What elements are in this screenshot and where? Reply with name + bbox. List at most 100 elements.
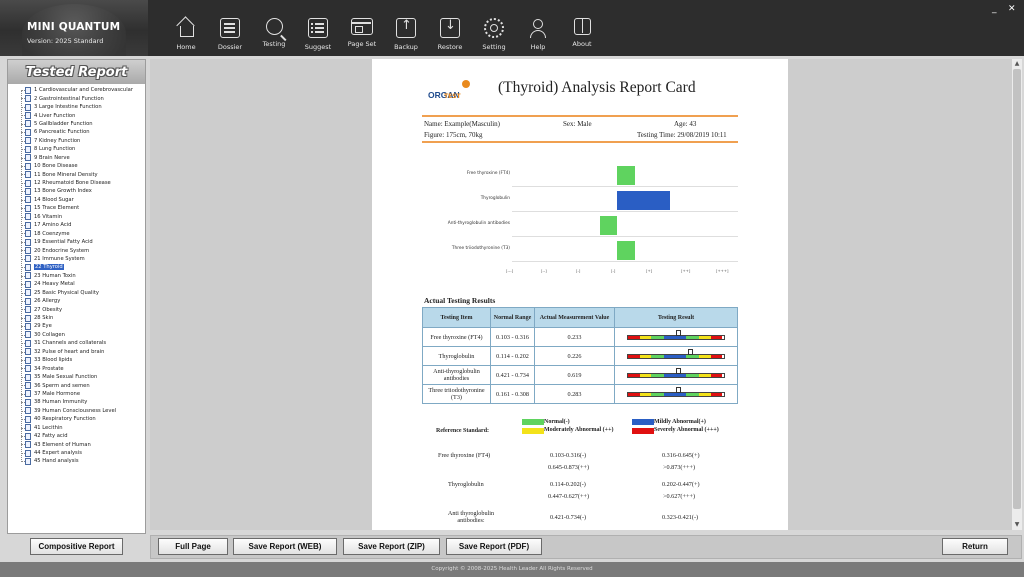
gauge-segment <box>651 354 665 358</box>
report-viewer: ORGAN TEST (Thyroid) Analysis Report Car… <box>150 59 1022 530</box>
tree-item[interactable]: 31 Channels and collaterals <box>20 339 145 347</box>
tree-item[interactable]: 33 Blood lipids <box>20 356 145 364</box>
document-icon <box>25 230 31 238</box>
tree-item-label: 28 Skin <box>34 315 54 322</box>
tree-item[interactable]: 38 Human Immunity <box>20 398 145 406</box>
tree-item[interactable]: 17 Amino Acid <box>20 221 145 229</box>
cell-item: Thyroglobulin <box>422 346 491 366</box>
tree-item[interactable]: 8 Lung Function <box>20 145 145 153</box>
tree-item[interactable]: 44 Expert analysis <box>20 449 145 457</box>
nav-about-button[interactable]: About <box>560 0 604 56</box>
result-gauge <box>627 329 725 340</box>
tree-item-label: 23 Human Toxin <box>34 272 76 279</box>
document-icon <box>25 314 31 322</box>
tree-item[interactable]: 13 Bone Growth Index <box>20 187 145 195</box>
compositive-report-button[interactable]: Compositive Report <box>30 538 123 555</box>
tree-item-label: 8 Lung Function <box>34 146 76 153</box>
document-icon <box>25 382 31 390</box>
tree-item[interactable]: 40 Respiratory Function <box>20 415 145 423</box>
tree-item[interactable]: 32 Pulse of heart and brain <box>20 348 145 356</box>
nav-home-button[interactable]: Home <box>164 0 208 56</box>
nav-testing-button[interactable]: Testing <box>252 0 296 56</box>
tree-item[interactable]: 41 Lecithin <box>20 424 145 432</box>
nav-page-set-button[interactable]: Page Set <box>340 0 384 56</box>
tree-item[interactable]: 43 Element of Human <box>20 440 145 449</box>
document-icon <box>25 432 31 440</box>
tree-item[interactable]: 14 Blood Sugar <box>20 196 145 204</box>
gauge-pointer-icon <box>676 329 681 336</box>
scroll-up-icon[interactable]: ▲ <box>1012 59 1022 69</box>
gauge-segment <box>710 335 723 339</box>
save-report-web-button[interactable]: Save Report (WEB) <box>233 538 337 555</box>
tree-item[interactable]: 4 Liver Function <box>20 111 145 120</box>
tree-item[interactable]: 26 Allergy <box>20 297 145 305</box>
tree-item[interactable]: 42 Fatty acid <box>20 432 145 440</box>
tree-item[interactable]: 36 Sperm and semen <box>20 381 145 390</box>
tree-item[interactable]: 6 Pancreatic Function <box>20 128 145 136</box>
tree-item[interactable]: 34 Prostate <box>20 364 145 373</box>
tree-item[interactable]: 9 Brain Nerve <box>20 154 145 162</box>
tree-item[interactable]: 39 Human Consciousness Level <box>20 407 145 415</box>
tree-item[interactable]: 24 Heavy Metal <box>20 280 145 288</box>
nav-dossier-button[interactable]: Dossier <box>208 0 252 56</box>
tree-item[interactable]: 30 Collagen <box>20 331 145 339</box>
document-icon <box>25 365 31 373</box>
scroll-thumb[interactable] <box>1013 69 1021 509</box>
gauge-segment <box>639 335 652 339</box>
tree-item[interactable]: 23 Human Toxin <box>20 272 145 280</box>
save-report-zip-button[interactable]: Save Report (ZIP) <box>343 538 440 555</box>
tree-item[interactable]: 28 Skin <box>20 314 145 322</box>
tree-item[interactable]: 1 Cardiovascular and Cerebrovascular <box>20 86 145 94</box>
tree-item[interactable]: 21 Immune System <box>20 255 145 263</box>
tree-item-label: 37 Male Hormone <box>34 390 81 397</box>
nav-backup-button[interactable]: Backup <box>384 0 428 56</box>
close-button[interactable]: ✕ <box>1008 4 1016 14</box>
tree-item[interactable]: 16 Vitamin <box>20 213 145 221</box>
gauge-segment <box>628 335 640 339</box>
document-icon <box>25 238 31 246</box>
tree-item[interactable]: 7 Kidney Function <box>20 137 145 145</box>
minimize-button[interactable]: _ <box>992 4 997 14</box>
tree-item[interactable]: 19 Essential Fatty Acid <box>20 238 145 246</box>
document-icon <box>25 449 31 457</box>
tree-item[interactable]: 12 Rheumatoid Bone Disease <box>20 179 145 187</box>
gauge-segment <box>664 335 686 339</box>
tree-item[interactable]: 10 Bone Disease <box>20 162 145 170</box>
tree-item[interactable]: 35 Male Sexual Function <box>20 373 145 381</box>
result-gauge <box>627 367 725 378</box>
document-icon <box>25 339 31 347</box>
tree-item[interactable]: 5 Gallbladder Function <box>20 120 145 128</box>
tree-item[interactable]: 22 Thyroid <box>20 263 145 271</box>
scroll-down-icon[interactable]: ▼ <box>1012 520 1022 530</box>
tree-item[interactable]: 2 Gastrointestinal Function <box>20 94 145 103</box>
tree-item[interactable]: 29 Eye <box>20 322 145 330</box>
tree-item[interactable]: 15 Trace Element <box>20 204 145 212</box>
document-icon <box>25 415 31 423</box>
nav-help-button[interactable]: Help <box>516 0 560 56</box>
chart-gridline <box>512 186 738 187</box>
cell-value: 0.233 <box>534 327 615 347</box>
tree-item[interactable]: 11 Bone Mineral Density <box>20 170 145 179</box>
tree-item[interactable]: 18 Coenzyme <box>20 229 145 238</box>
nav-setting-button[interactable]: Setting <box>472 0 516 56</box>
cell-value: 0.283 <box>534 384 615 404</box>
nav-restore-button[interactable]: Restore <box>428 0 472 56</box>
return-button[interactable]: Return <box>942 538 1008 555</box>
cell-result <box>614 384 738 404</box>
full-page-button[interactable]: Full Page <box>158 538 228 555</box>
chart-gridline <box>512 211 738 212</box>
tree-item-label: 2 Gastrointestinal Function <box>34 95 104 102</box>
tree-item[interactable]: 27 Obesity <box>20 305 145 314</box>
tree-item-label: 19 Essential Fatty Acid <box>34 239 93 246</box>
page-set-icon <box>351 18 373 35</box>
vertical-scrollbar[interactable]: ▲ ▼ <box>1012 59 1022 530</box>
tree-item[interactable]: 45 Hand analysis <box>20 457 145 465</box>
nav-suggest-button[interactable]: Suggest <box>296 0 340 56</box>
chart-category-label: Thyroglobulin <box>480 196 510 201</box>
tree-item[interactable]: 3 Large Intestine Function <box>20 103 145 111</box>
tree-item[interactable]: 25 Basic Physical Quality <box>20 289 145 297</box>
tree-item[interactable]: 37 Male Hormone <box>20 390 145 398</box>
tree-item[interactable]: 20 Endocrine System <box>20 246 145 255</box>
save-report-pdf-button[interactable]: Save Report (PDF) <box>446 538 542 555</box>
tree-item-label: 1 Cardiovascular and Cerebrovascular <box>34 87 133 94</box>
